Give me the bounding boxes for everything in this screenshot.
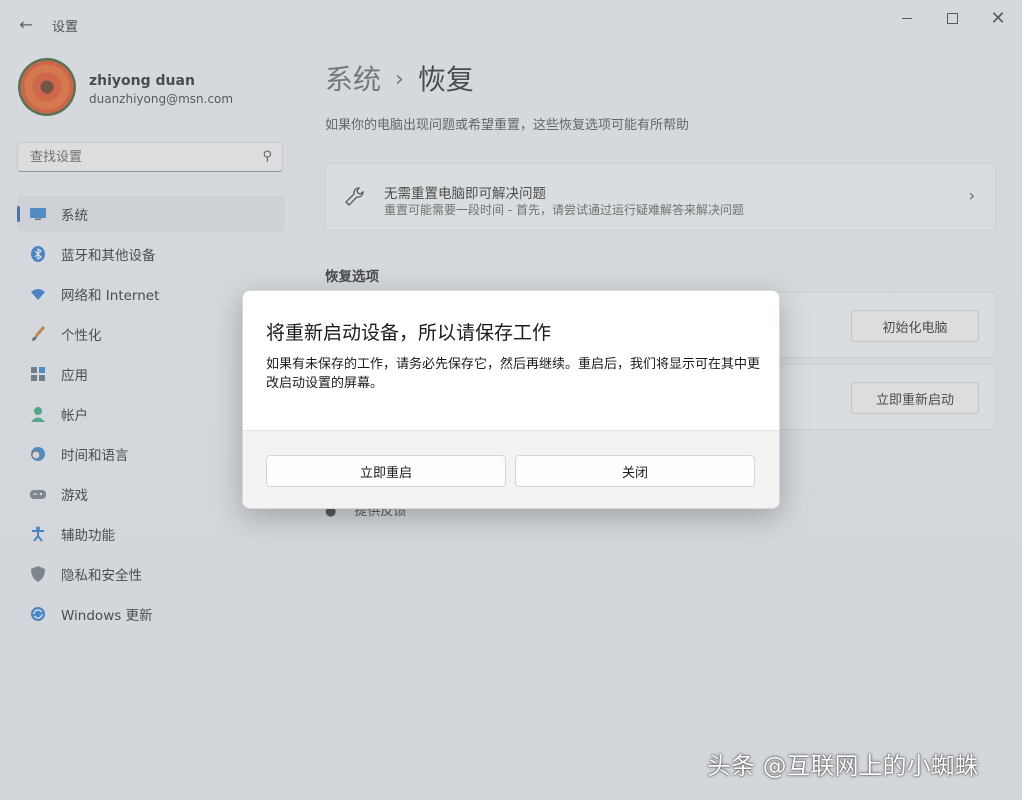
watermark: 头条 @互联网上的小蜘蛛 <box>707 746 979 781</box>
dialog-footer: 立即重启 关闭 <box>243 430 780 509</box>
restart-now-dialog-button[interactable]: 立即重启 <box>266 455 506 487</box>
restart-dialog: 将重新启动设备，所以请保存工作 如果有未保存的工作，请务必先保存它，然后再继续。… <box>242 290 780 509</box>
close-dialog-button[interactable]: 关闭 <box>515 455 755 487</box>
dialog-title: 将重新启动设备，所以请保存工作 <box>266 318 551 345</box>
dialog-body: 如果有未保存的工作，请务必先保存它，然后再继续。重启后，我们将显示可在其中更改启… <box>266 355 762 393</box>
